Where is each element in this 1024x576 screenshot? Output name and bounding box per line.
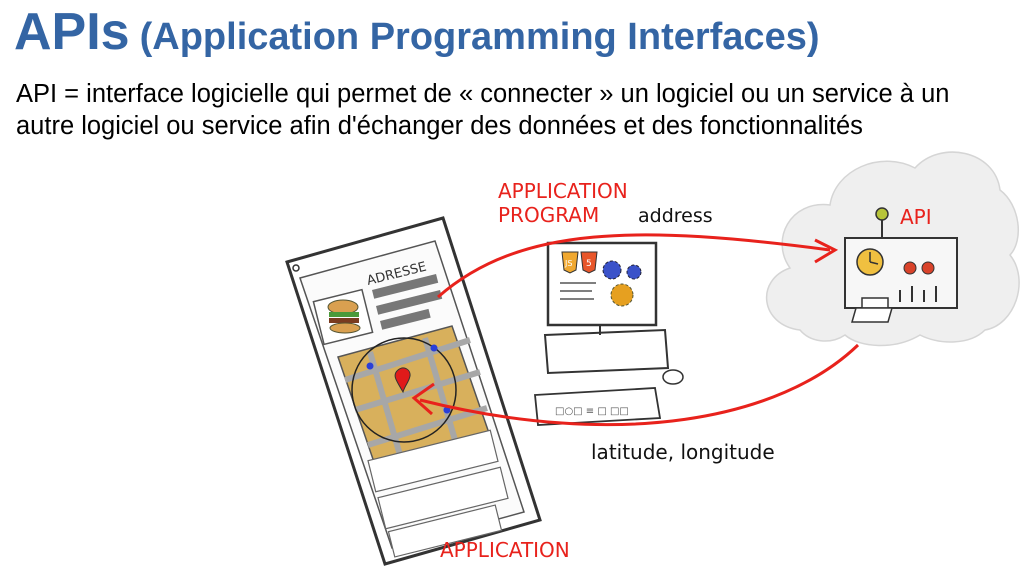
svg-text:□○□ ≡ □ □□: □○□ ≡ □ □□ <box>555 406 629 417</box>
label-api: API <box>900 205 932 229</box>
computer-illustration: JS 5 □○□ ≡ □ □□ <box>534 241 684 426</box>
html5-badge: 5 <box>586 259 592 269</box>
api-diagram: JS 5 □○□ ≡ □ □□ ADRESSE APPLICATION PROG… <box>285 151 1020 566</box>
js-badge: JS <box>564 259 572 268</box>
label-application-program-1: APPLICATION <box>498 179 628 203</box>
label-address: address <box>638 205 713 227</box>
gear-orange-icon <box>610 283 634 307</box>
label-application: APPLICATION <box>440 538 570 562</box>
phone-illustration: ADRESSE <box>285 216 542 566</box>
gear-blue-icon <box>602 260 622 280</box>
label-application-program-2: PROGRAM <box>498 203 599 227</box>
label-latitude-longitude: latitude, longitude <box>591 440 775 464</box>
